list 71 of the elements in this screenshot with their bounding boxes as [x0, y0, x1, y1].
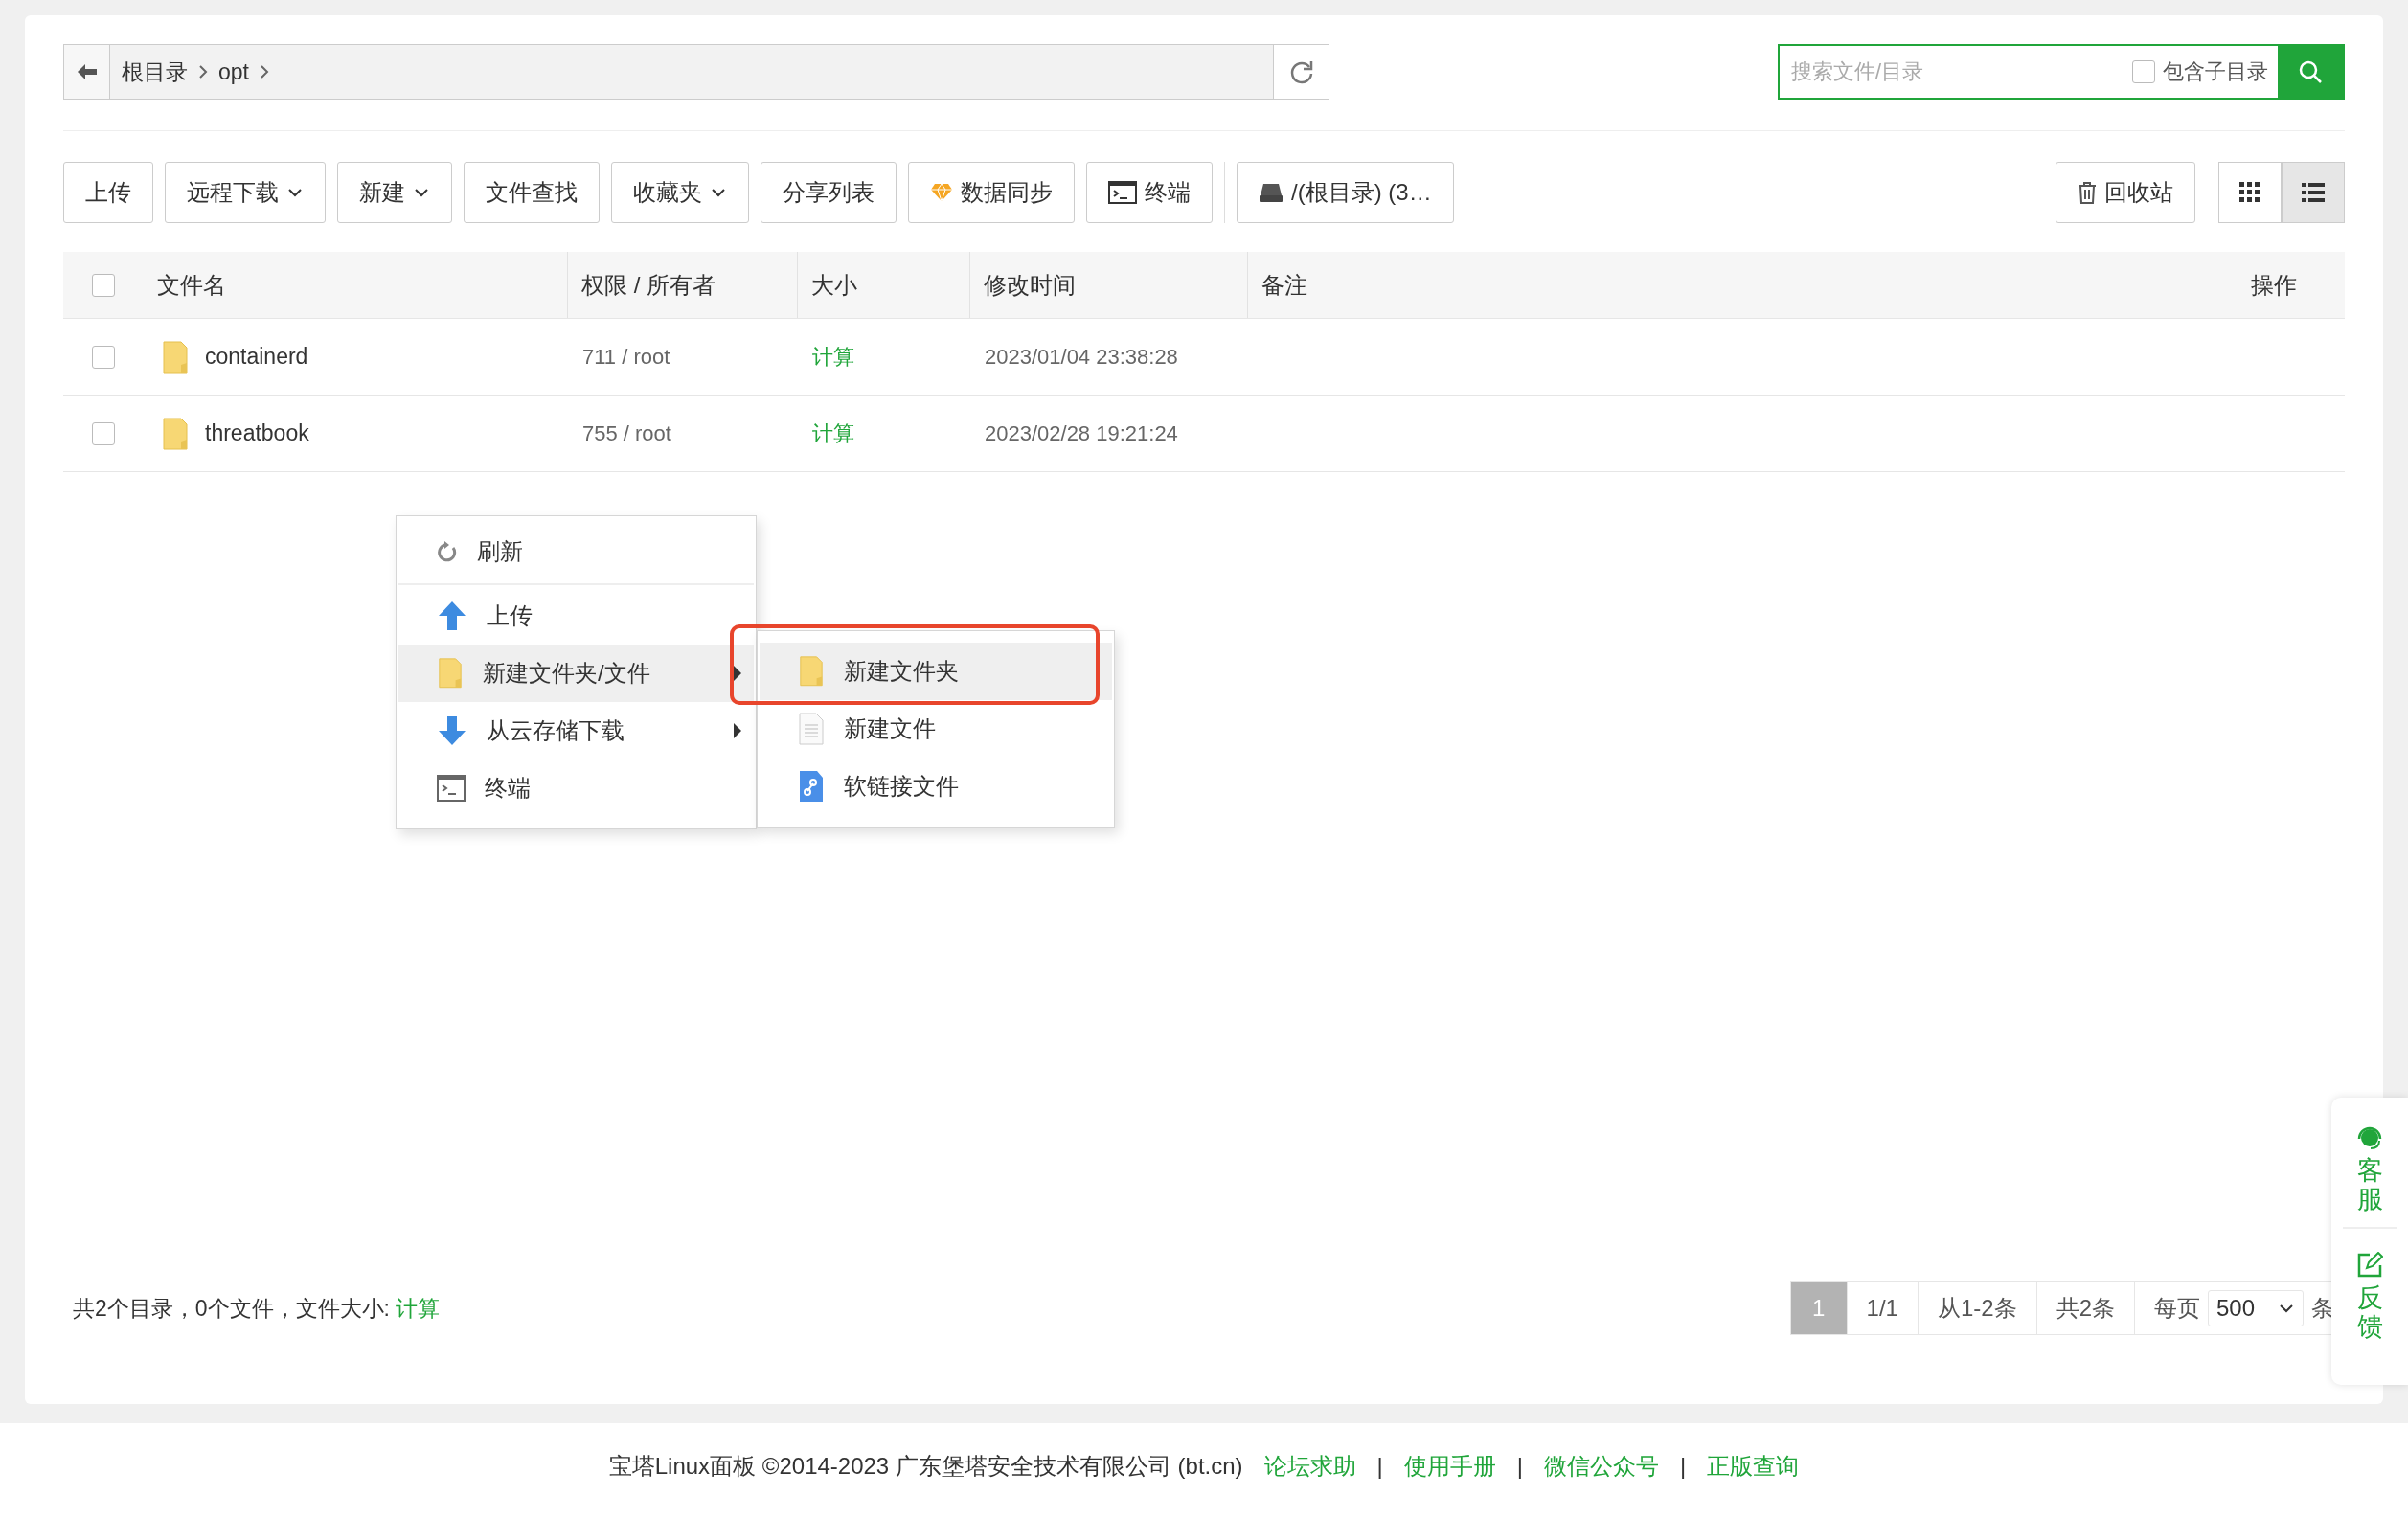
- summary-text: 共2个目录，0个文件，文件大小: 计算: [72, 1294, 441, 1323]
- recycle-bin-button[interactable]: 回收站: [2056, 162, 2195, 223]
- toolbar-button[interactable]: 上传: [63, 162, 153, 223]
- toolbar-button[interactable]: 文件查找: [464, 162, 600, 223]
- list-icon: [2302, 182, 2325, 203]
- refresh-button[interactable]: [1273, 45, 1329, 99]
- copyright-text: 宝塔Linux面板 ©2014-2023 广东堡塔安全技术有限公司 (bt.cn): [608, 1452, 1243, 1481]
- page-info: 1/1: [1846, 1282, 1918, 1334]
- terminal-icon: [1108, 181, 1137, 204]
- toolbar-button[interactable]: 终端: [1086, 162, 1213, 223]
- column-header: 权限 / 所有者: [567, 252, 797, 318]
- disk-icon: [1259, 182, 1284, 203]
- separator: |: [1376, 1453, 1383, 1480]
- search-field[interactable]: 搜索文件/目录 包含子目录: [1778, 44, 2345, 100]
- toolbar-button[interactable]: 数据同步: [908, 162, 1075, 223]
- toolbar-button[interactable]: 远程下载: [165, 162, 326, 223]
- search-button[interactable]: [2278, 46, 2343, 98]
- toolbar-button[interactable]: 新建: [337, 162, 452, 223]
- file-name[interactable]: containerd: [205, 344, 308, 370]
- arrow-down-icon: [437, 715, 467, 746]
- row-checkbox[interactable]: [92, 345, 115, 369]
- document-icon: [798, 713, 825, 745]
- breadcrumb-item[interactable]: opt: [218, 58, 249, 85]
- trash-icon: [2078, 181, 2097, 204]
- menu-item[interactable]: 新建文件夹: [760, 643, 1112, 700]
- column-header: 操作: [2250, 270, 2298, 300]
- select-all-checkbox[interactable]: [92, 273, 115, 297]
- back-button[interactable]: [64, 45, 110, 99]
- list-view-button[interactable]: [2282, 162, 2345, 223]
- submenu-arrow-icon: [733, 665, 742, 682]
- total-count: 共2条: [2035, 1282, 2134, 1334]
- per-page-label: 每页: [2154, 1294, 2200, 1323]
- folder-icon: [798, 655, 825, 688]
- terminal-icon: [437, 775, 466, 802]
- separator: |: [1516, 1453, 1524, 1480]
- grid-icon: [2239, 182, 2260, 203]
- modified-time-cell-text: 2023/02/28 19:21:24: [984, 420, 1179, 446]
- column-header: 大小: [797, 252, 969, 318]
- permission-cell-text: 711 / root: [581, 344, 671, 370]
- search-icon: [2298, 59, 2323, 84]
- per-page-unit: 条: [2311, 1294, 2334, 1323]
- separator: |: [1680, 1453, 1687, 1480]
- toolbar-button[interactable]: 分享列表: [761, 162, 897, 223]
- gem-icon: [930, 183, 953, 202]
- column-header: 备注: [1247, 252, 2211, 318]
- per-page-select[interactable]: 500: [2208, 1290, 2304, 1326]
- link-file-icon: [798, 770, 825, 803]
- headset-icon: [2356, 1124, 2383, 1151]
- column-header: 文件名: [156, 270, 227, 300]
- row-checkbox[interactable]: [92, 421, 115, 445]
- submenu-arrow-icon: [733, 722, 742, 739]
- folder-icon: [161, 339, 190, 374]
- range-info: 从1-2条: [1917, 1282, 2036, 1334]
- toolbar-button[interactable]: /(根目录) (3…: [1237, 162, 1454, 223]
- chevron-right-icon: [259, 64, 270, 79]
- refresh-icon: [437, 541, 458, 562]
- modified-time-cell-text: 2023/01/04 23:38:28: [984, 344, 1179, 370]
- edit-icon: [2356, 1252, 2383, 1280]
- grid-view-button[interactable]: [2218, 162, 2282, 223]
- breadcrumb-item[interactable]: 根目录: [122, 57, 188, 87]
- chevron-right-icon: [197, 64, 209, 79]
- include-subdirs-checkbox[interactable]: 包含子目录: [2132, 46, 2278, 98]
- arrow-up-icon: [437, 601, 467, 631]
- file-name[interactable]: threatbook: [205, 420, 309, 446]
- folder-icon: [161, 416, 190, 451]
- folder-icon: [437, 657, 464, 690]
- menu-item[interactable]: 新建文件夹/文件: [398, 645, 754, 702]
- column-header: 修改时间: [969, 252, 1247, 318]
- permission-cell-text: 755 / root: [581, 420, 672, 446]
- arrow-left-icon: [76, 63, 98, 80]
- toolbar-button[interactable]: 收藏夹: [611, 162, 749, 223]
